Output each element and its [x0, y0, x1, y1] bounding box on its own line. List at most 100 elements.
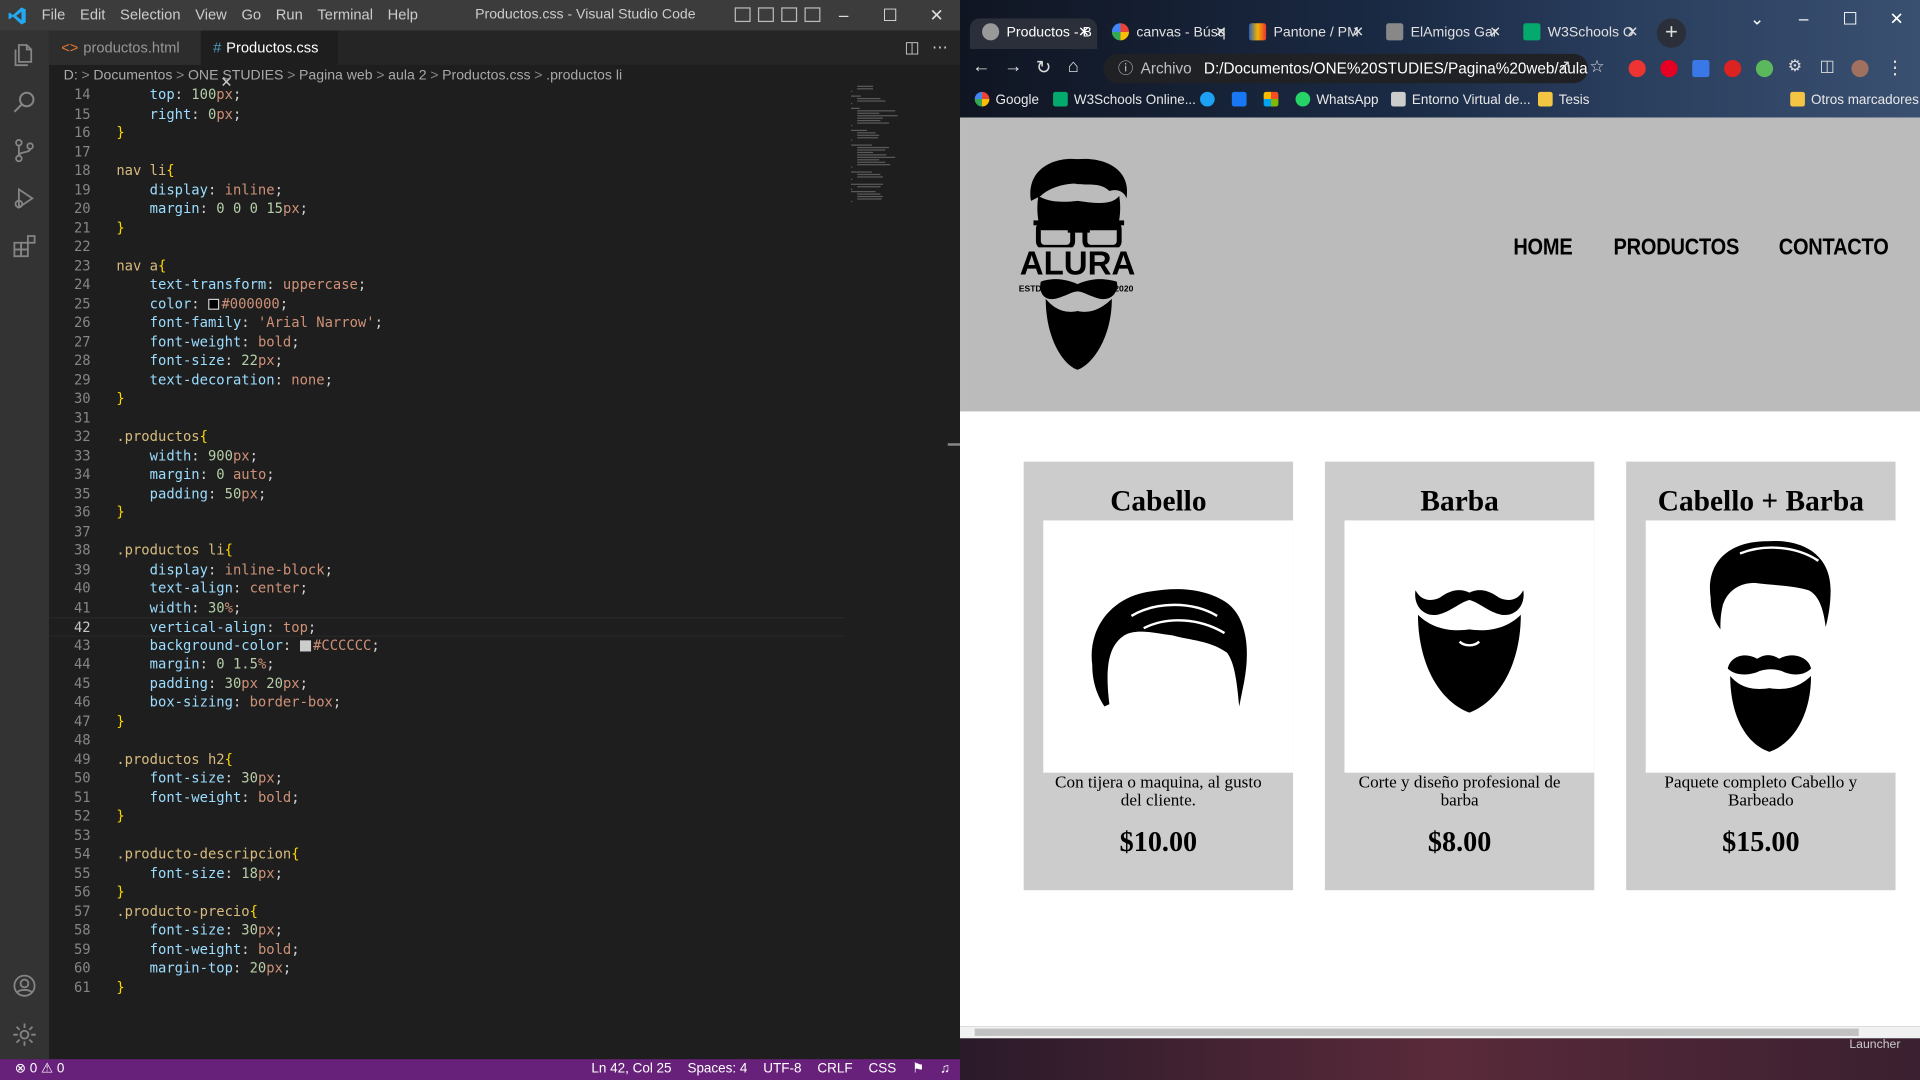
code-line[interactable]: 44 margin: 0 1.5%; [49, 655, 845, 674]
close-tab-icon[interactable]: ✕ [1078, 18, 1090, 49]
bookmark-twitter[interactable] [1200, 91, 1221, 108]
code-line[interactable]: 24 text-transform: uppercase; [49, 276, 845, 295]
tab-productos-css[interactable]: # Productos.css ✕ [200, 30, 338, 91]
code-line[interactable]: 37 [49, 522, 845, 541]
code-line[interactable]: 58 font-size: 30px; [49, 921, 845, 940]
code-line[interactable]: 38 .productos li{ [49, 541, 845, 560]
code-line[interactable]: 26 font-family: 'Arial Narrow'; [49, 313, 845, 332]
bookmark-facebook[interactable] [1231, 91, 1253, 108]
profile-avatar[interactable] [1851, 60, 1869, 78]
close-tab-icon[interactable]: ✕ [1352, 18, 1364, 49]
run-debug-icon[interactable] [7, 181, 41, 215]
toggle-sidebar-icon[interactable] [734, 7, 751, 23]
code-line[interactable]: 18 nav li{ [49, 162, 845, 181]
pinterest-extension-icon[interactable] [1660, 60, 1678, 78]
feedback-icon[interactable]: ⚑ [912, 1059, 924, 1080]
code-line[interactable]: 57 .producto-precio{ [49, 902, 845, 921]
bookmark-whatsapp[interactable]: WhatsApp [1295, 91, 1378, 108]
breadcrumb-item[interactable]: Pagina web [299, 69, 373, 84]
code-line[interactable]: 47} [49, 712, 845, 731]
split-editor-icon[interactable]: ◫ [905, 38, 920, 58]
code-line[interactable]: 19 display: inline; [49, 181, 845, 200]
code-line[interactable]: 35 padding: 50px; [49, 484, 845, 503]
code-line[interactable]: 16} [49, 124, 845, 143]
breadcrumb-item[interactable]: Documentos [93, 69, 172, 84]
menu-go[interactable]: Go [234, 0, 268, 31]
code-line[interactable]: 50 font-size: 30px; [49, 769, 845, 788]
bookmark-tesis[interactable]: Tesis [1537, 91, 1589, 108]
code-line[interactable]: 61} [49, 978, 845, 997]
extension-icon[interactable] [1724, 60, 1742, 78]
code-line[interactable]: 53 [49, 826, 845, 845]
notifications-bell-icon[interactable]: ♫ [940, 1059, 950, 1080]
code-line[interactable]: 59 font-weight: bold; [49, 940, 845, 959]
bookmark-microsoft[interactable] [1263, 91, 1285, 108]
info-icon[interactable]: ⓘ [1118, 60, 1133, 77]
menu-help[interactable]: Help [380, 0, 425, 31]
menu-file[interactable]: File [34, 0, 72, 31]
menu-edit[interactable]: Edit [73, 0, 113, 31]
code-line[interactable]: 56} [49, 883, 845, 902]
code-line[interactable]: 20 margin: 0 0 0 15px; [49, 200, 845, 219]
code-line[interactable]: 34 margin: 0 auto; [49, 465, 845, 484]
bookmark-star-icon[interactable]: ☆ [1589, 56, 1604, 77]
extension-icon[interactable] [1692, 60, 1710, 78]
tab-productos-html[interactable]: <> productos.html [48, 30, 201, 65]
code-line[interactable]: 40 text-align: center; [49, 579, 845, 598]
code-line[interactable]: 41 width: 30%; [49, 598, 845, 617]
extensions-puzzle-icon[interactable]: ⚙ [1788, 56, 1802, 76]
code-line[interactable]: 33 width: 900px; [49, 446, 845, 465]
code-line[interactable]: 48 [49, 731, 845, 750]
breadcrumb-item[interactable]: ONE STUDIES [188, 69, 283, 84]
close-icon[interactable]: ✕ [913, 0, 960, 31]
launcher-label[interactable]: Launcher [1849, 1038, 1900, 1051]
toggle-panel-icon[interactable] [757, 7, 774, 23]
close-icon[interactable]: ✕ [1873, 0, 1920, 37]
address-bar[interactable]: ⓘ Archivo D:/Documentos/ONE%20STUDIES/Pagi… [1103, 53, 1589, 84]
bookmark-entorno-virtual[interactable]: Entorno Virtual de... [1391, 91, 1531, 108]
code-line[interactable]: 52} [49, 807, 845, 826]
breadcrumb-item[interactable]: D: [64, 69, 78, 84]
menu-run[interactable]: Run [268, 0, 310, 31]
bookmark-google[interactable]: Google [974, 91, 1039, 108]
account-icon[interactable] [7, 969, 41, 1003]
nav-link-home[interactable]: HOME [1514, 235, 1573, 262]
browser-tab-canvas[interactable]: canvas - Búsq ✕ [1100, 18, 1235, 49]
toggle-secondary-sidebar-icon[interactable] [781, 7, 798, 23]
breadcrumb-item[interactable]: aula 2 [388, 69, 426, 84]
bookmark-otros[interactable]: Otros marcadores [1790, 91, 1919, 108]
end-of-line[interactable]: CRLF [817, 1059, 852, 1080]
minimize-icon[interactable]: – [820, 0, 867, 31]
code-line[interactable]: 27 font-weight: bold; [49, 332, 845, 351]
customize-layout-icon[interactable] [804, 7, 821, 23]
code-line[interactable]: 36} [49, 503, 845, 522]
search-icon[interactable] [7, 86, 41, 120]
indentation[interactable]: Spaces: 4 [687, 1059, 747, 1080]
share-icon[interactable]: ↗ [1558, 56, 1571, 76]
code-line[interactable]: 32 .productos{ [49, 427, 845, 446]
code-line[interactable]: 49 .productos h2{ [49, 750, 845, 769]
code-line[interactable]: 31 [49, 408, 845, 427]
tab-search-chevron-icon[interactable]: ⌄ [1734, 0, 1781, 37]
code-editor[interactable]: 14 top: 100px; 15 right: 0px; 16} 17 18 nav l… [48, 85, 961, 1059]
code-line[interactable]: 42 vertical-align: top; [48, 617, 845, 637]
code-line[interactable]: 55 font-size: 18px; [49, 864, 845, 883]
extensions-icon[interactable] [7, 229, 41, 263]
nav-link-productos[interactable]: PRODUCTOS [1614, 235, 1740, 262]
code-line[interactable]: 29 text-decoration: none; [49, 370, 845, 389]
maximize-icon[interactable]: ☐ [1827, 0, 1874, 37]
code-line[interactable]: 14 top: 100px; [49, 86, 845, 105]
code-line[interactable]: 39 display: inline-block; [49, 560, 845, 579]
nav-link-contacto[interactable]: CONTACTO [1778, 235, 1888, 262]
new-tab-button[interactable]: + [1656, 18, 1687, 48]
home-icon[interactable]: ⌂ [1068, 56, 1079, 77]
more-actions-icon[interactable]: ⋯ [932, 38, 948, 58]
back-arrow-icon[interactable]: ← [972, 56, 990, 77]
language-mode[interactable]: CSS [868, 1059, 896, 1080]
close-tab-icon[interactable]: ✕ [1215, 18, 1227, 49]
menu-terminal[interactable]: Terminal [310, 0, 380, 31]
cursor-position[interactable]: Ln 42, Col 25 [591, 1059, 671, 1080]
horizontal-scrollbar[interactable] [960, 1026, 1920, 1039]
menu-view[interactable]: View [188, 0, 234, 31]
scrollbar-thumb[interactable] [974, 1028, 1859, 1036]
